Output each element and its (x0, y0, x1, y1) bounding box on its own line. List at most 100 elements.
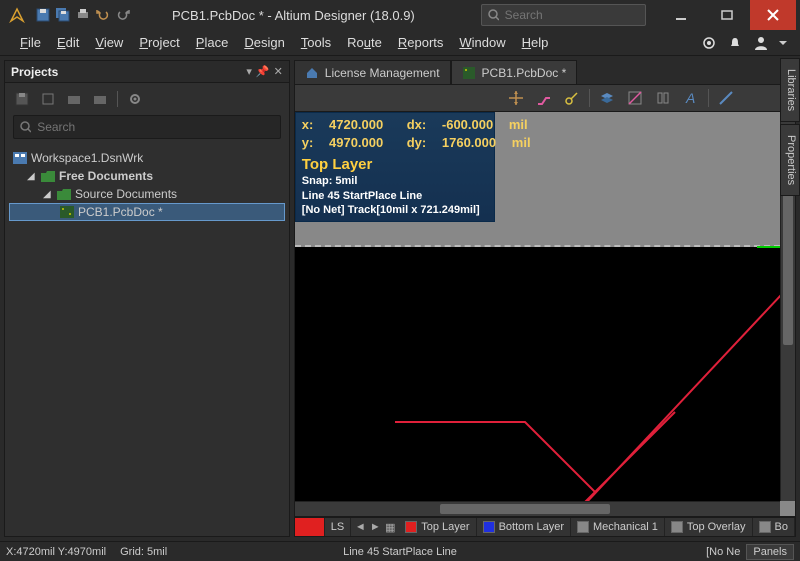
menu-tools[interactable]: Tools (293, 33, 339, 52)
tree-workspace[interactable]: Workspace1.DsnWrk (9, 149, 285, 167)
window-title: PCB1.PcbDoc * - Altium Designer (18.0.9) (172, 8, 415, 23)
layer-tab-mechanical[interactable]: Mechanical 1 (571, 518, 665, 536)
global-search[interactable] (481, 4, 646, 26)
panel-dropdown-icon[interactable]: ▾ (246, 65, 252, 78)
layer-tab-overlay[interactable]: Top Overlay (665, 518, 753, 536)
tab-license[interactable]: License Management (294, 60, 451, 84)
window-controls (658, 0, 796, 30)
side-tab-strip: Libraries Properties (780, 58, 800, 196)
layer-tab-bottom[interactable]: Bottom Layer (477, 518, 571, 536)
menu-bar: File Edit View Project Place Design Tool… (0, 30, 800, 56)
tab-pcb[interactable]: PCB1.PcbDoc * (451, 60, 578, 84)
menu-edit[interactable]: Edit (49, 33, 87, 52)
title-bar: PCB1.PcbDoc * - Altium Designer (18.0.9) (0, 0, 800, 30)
tree-free-documents[interactable]: ◢ Free Documents (9, 167, 285, 185)
panel-search-input[interactable] (37, 120, 274, 134)
panel-close-icon[interactable]: ✕ (274, 65, 283, 78)
tool-text-icon[interactable]: A (680, 87, 702, 109)
menu-file[interactable]: File (12, 33, 49, 52)
hud-layer: Top Layer (302, 155, 488, 175)
scrollbar-horizontal[interactable] (295, 501, 780, 516)
panel-search[interactable] (13, 115, 281, 139)
maximize-button[interactable] (704, 0, 750, 30)
save-icon[interactable] (34, 6, 52, 24)
compile-icon[interactable] (39, 90, 57, 108)
menu-view[interactable]: View (87, 33, 131, 52)
project-icon[interactable] (65, 90, 83, 108)
panel-pin-icon[interactable]: 📌 (256, 65, 270, 78)
panels-button[interactable]: Panels (746, 544, 794, 560)
tree-source-documents[interactable]: ◢ Source Documents (9, 185, 285, 203)
menu-reports[interactable]: Reports (390, 33, 452, 52)
print-icon[interactable] (74, 6, 92, 24)
side-tab-properties[interactable]: Properties (780, 124, 800, 196)
project-tree: Workspace1.DsnWrk ◢ Free Documents ◢ Sou… (5, 145, 289, 536)
close-button[interactable] (750, 0, 796, 30)
user-icon[interactable] (752, 34, 770, 52)
layer-active-indicator[interactable] (295, 518, 325, 536)
status-grid: Grid: 5mil (120, 546, 167, 558)
gear-icon[interactable] (126, 90, 144, 108)
tool-filter-icon[interactable] (652, 87, 674, 109)
layer-tab-extra[interactable]: Bo (753, 518, 795, 536)
tool-layers-icon[interactable] (596, 87, 618, 109)
caret-icon[interactable]: ◢ (43, 189, 53, 200)
tab-label: PCB1.PcbDoc * (482, 66, 567, 80)
status-net: [No Ne (706, 546, 740, 558)
panel-title: Projects (11, 65, 58, 79)
menu-design[interactable]: Design (236, 33, 292, 52)
status-mode: Line 45 StartPlace Line (343, 546, 457, 558)
menu-route[interactable]: Route (339, 33, 390, 52)
tab-label: License Management (325, 66, 440, 80)
quick-toolbar (34, 6, 132, 24)
tool-key-icon[interactable] (561, 87, 583, 109)
nav-prev-icon[interactable]: ◄ (353, 521, 367, 533)
tool-drag-icon[interactable] (505, 87, 527, 109)
search-icon (20, 121, 31, 133)
projects-panel: Projects ▾ 📌 ✕ Workspace1.DsnWrk (4, 60, 290, 537)
folder-icon (57, 187, 71, 201)
user-dropdown-icon[interactable] (778, 34, 788, 52)
editor-toolbar: A (294, 84, 796, 112)
tree-label: Workspace1.DsnWrk (31, 151, 143, 165)
home-icon (305, 66, 319, 80)
layer-nav: ◄ ► ▦ (351, 518, 399, 536)
menu-window[interactable]: Window (451, 33, 513, 52)
folder-icon (41, 169, 55, 183)
tool-2d-icon[interactable] (624, 87, 646, 109)
search-input[interactable] (505, 8, 639, 22)
minimize-button[interactable] (658, 0, 704, 30)
bell-icon[interactable] (726, 34, 744, 52)
settings-icon[interactable] (700, 34, 718, 52)
tool-line-icon[interactable] (715, 87, 737, 109)
status-coords: X:4720mil Y:4970mil (6, 546, 106, 558)
save-all-icon[interactable] (54, 6, 72, 24)
svg-text:A: A (685, 90, 695, 106)
layer-tab-top[interactable]: Top Layer (399, 518, 476, 536)
menu-help[interactable]: Help (514, 33, 557, 52)
tool-route-icon[interactable] (533, 87, 555, 109)
search-icon (488, 9, 499, 21)
nav-list-icon[interactable]: ▦ (383, 521, 397, 534)
redo-icon[interactable] (114, 6, 132, 24)
undo-icon[interactable] (94, 6, 112, 24)
caret-icon[interactable]: ◢ (27, 171, 37, 182)
layer-set-button[interactable]: LS (325, 518, 351, 536)
panel-header: Projects ▾ 📌 ✕ (5, 61, 289, 83)
side-tab-libraries[interactable]: Libraries (780, 58, 800, 122)
nav-next-icon[interactable]: ► (368, 521, 382, 533)
tree-label: Source Documents (75, 187, 177, 201)
layer-bar: LS ◄ ► ▦ Top Layer Bottom Layer Mechanic… (294, 517, 796, 537)
workspace-icon (13, 151, 27, 165)
status-bar: X:4720mil Y:4970mil Grid: 5mil Line 45 S… (0, 541, 800, 561)
hud-snap: Snap: 5mil (302, 174, 488, 188)
pcb-canvas[interactable]: x: 4720.000 dx: -600.000 mil y: 4970.000… (294, 112, 796, 517)
canvas-background (295, 247, 780, 501)
menu-place[interactable]: Place (188, 33, 237, 52)
tree-pcb-doc[interactable]: PCB1.PcbDoc * (9, 203, 285, 221)
hud-net: [No Net] Track[10mil x 721.249mil] (302, 203, 488, 217)
menu-project[interactable]: Project (131, 33, 187, 52)
add-icon[interactable] (91, 90, 109, 108)
save-icon[interactable] (13, 90, 31, 108)
heads-up-display: x: 4720.000 dx: -600.000 mil y: 4970.000… (295, 112, 495, 222)
